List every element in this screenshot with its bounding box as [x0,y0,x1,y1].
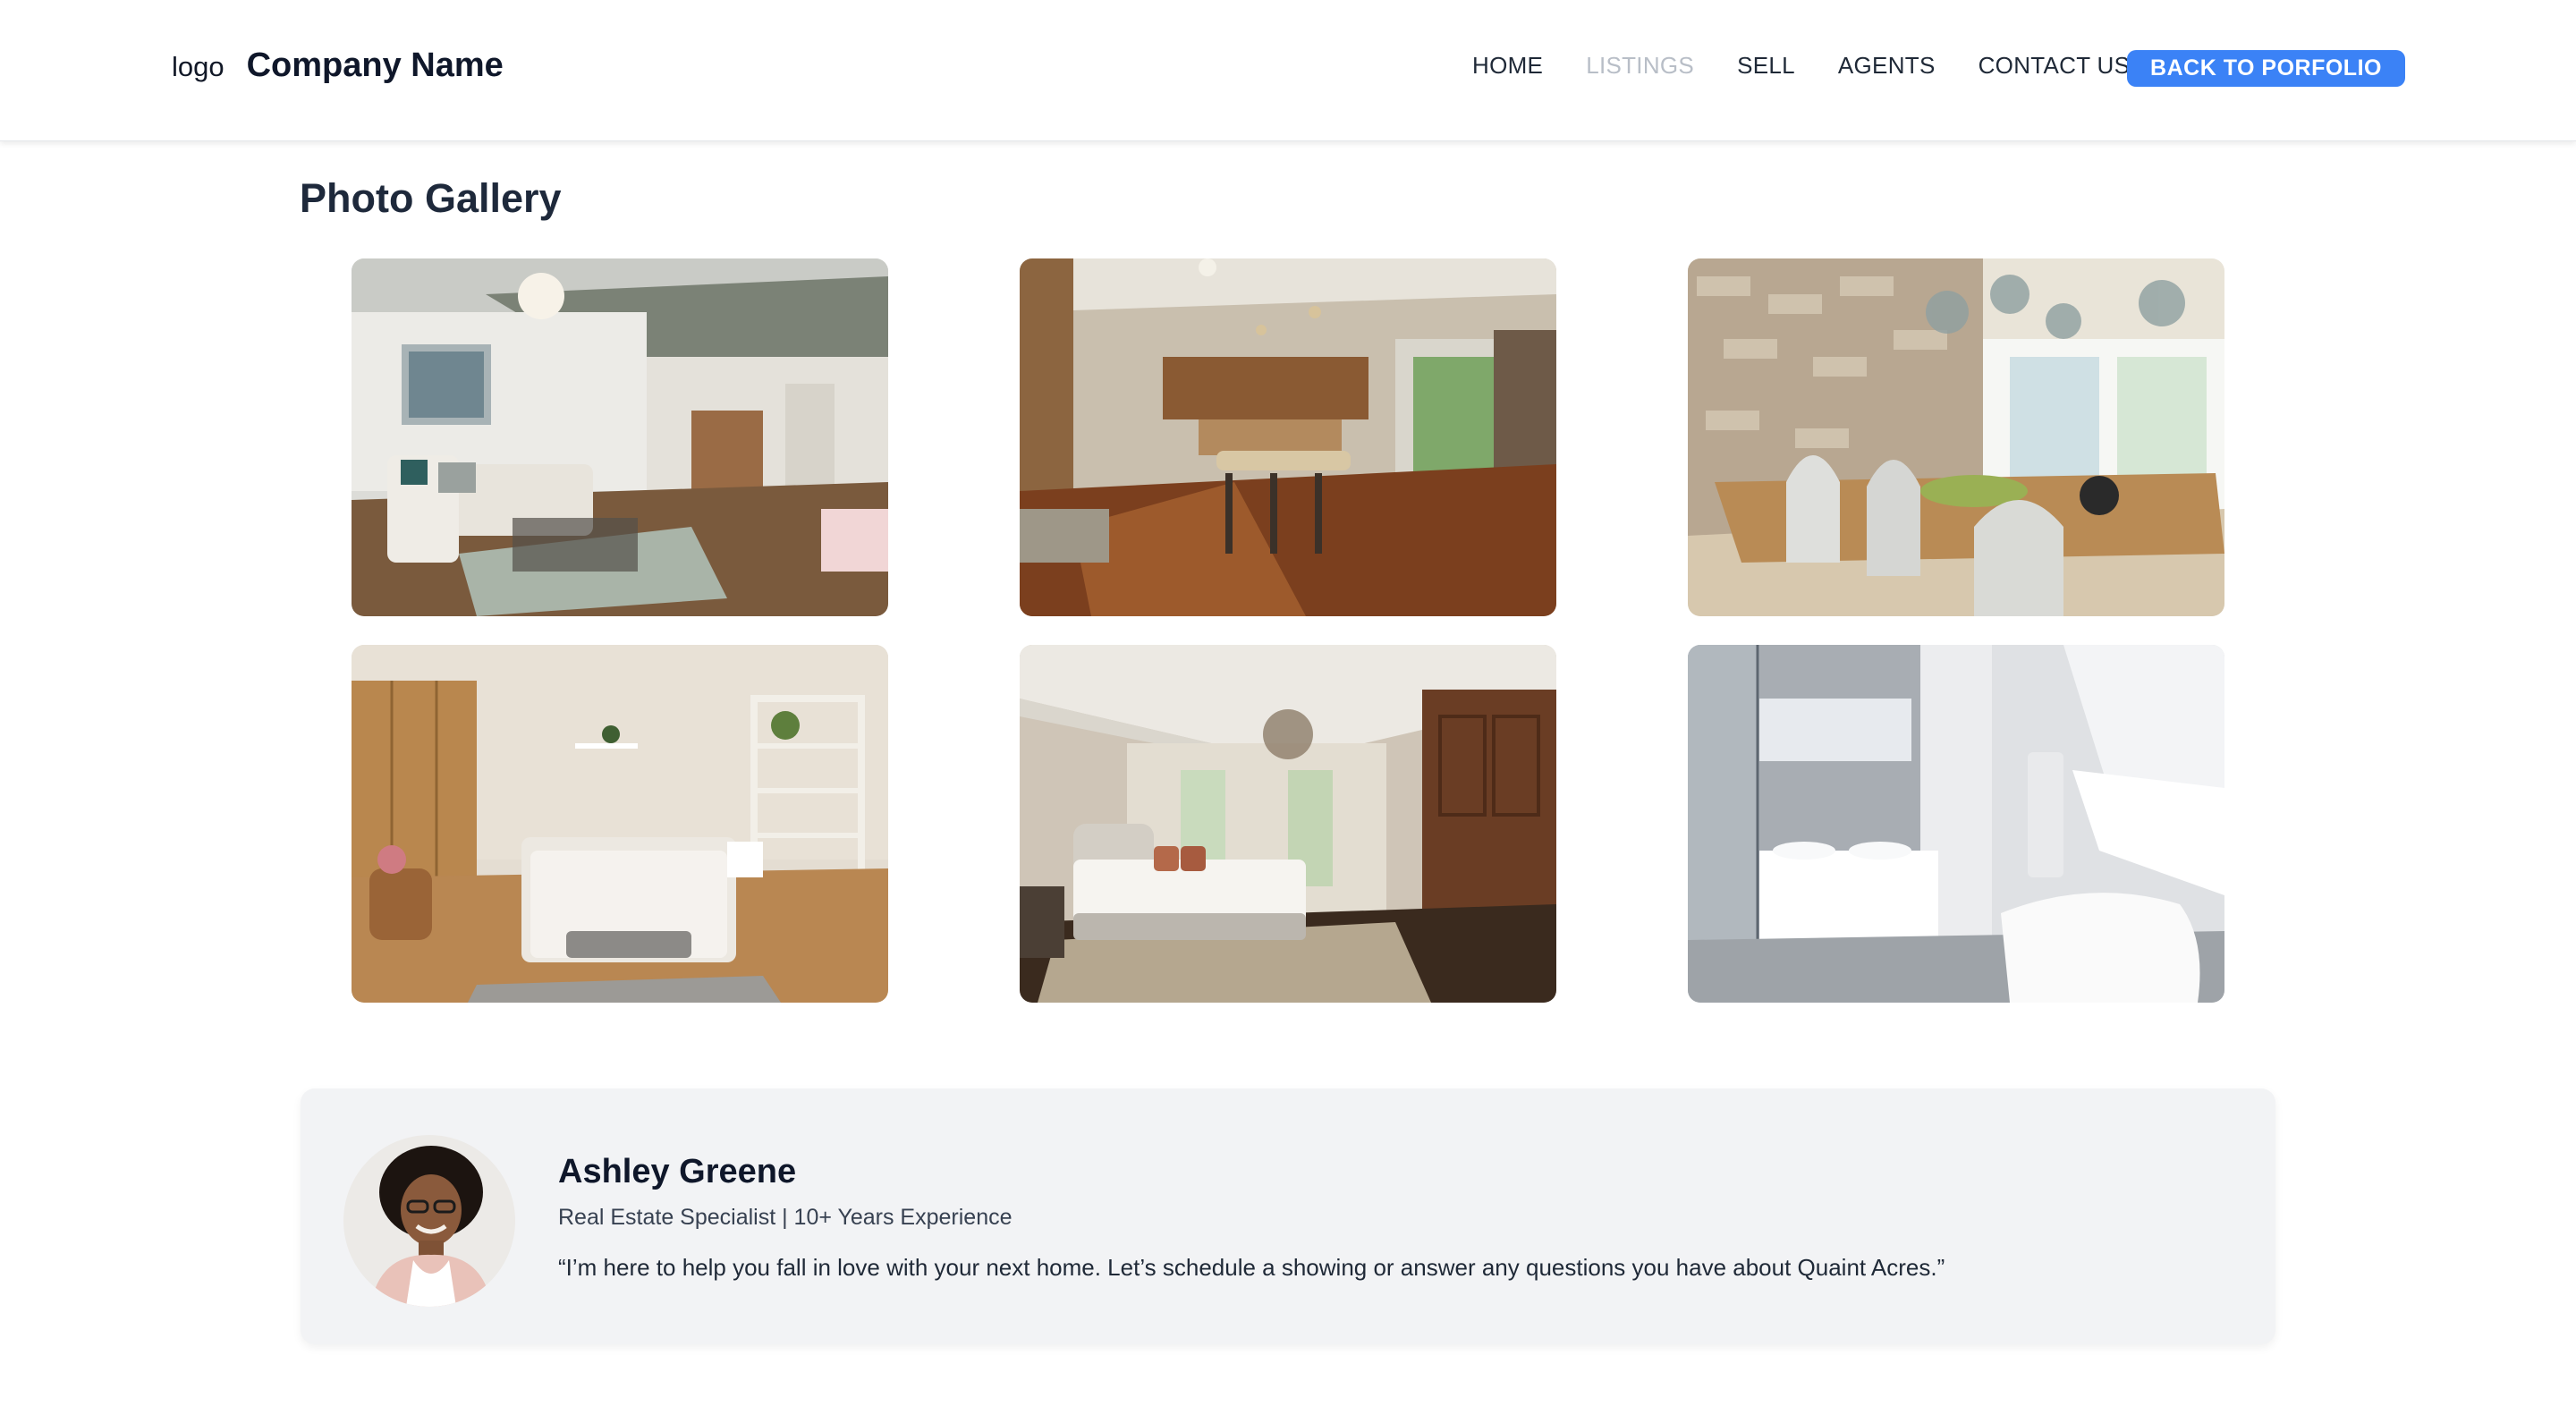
nav-contact-us[interactable]: CONTACT US [1979,52,2131,80]
nav-home[interactable]: HOME [1472,52,1543,80]
logo[interactable]: logo [172,51,225,83]
nav-sell[interactable]: SELL [1737,52,1795,80]
nav-agents[interactable]: AGENTS [1838,52,1936,80]
bathroom-photo[interactable] [1688,645,2224,1003]
brand[interactable]: logo Company Name [172,47,504,85]
agent-card: Ashley Greene Real Estate Specialist | 1… [301,1088,2275,1344]
back-to-portfolio-button[interactable]: BACK TO PORFOLIO [2127,50,2405,87]
agent-title: Real Estate Specialist | 10+ Years Exper… [558,1205,1013,1230]
main-nav: HOME LISTINGS SELL AGENTS CONTACT US [1472,52,2173,80]
bedroom-photo[interactable] [352,645,888,1003]
company-name[interactable]: Company Name [247,47,504,85]
agent-avatar [343,1135,515,1307]
dining-room-photo[interactable] [1688,258,2224,616]
master-bedroom-photo[interactable] [1020,645,1556,1003]
page-title: Photo Gallery [300,175,562,221]
living-room-photo[interactable] [352,258,888,616]
nav-listings[interactable]: LISTINGS [1586,52,1694,80]
kitchen-photo[interactable] [1020,258,1556,616]
site-header: logo Company Name HOME LISTINGS SELL AGE… [0,0,2576,141]
agent-quote: “I’m here to help you fall in love with … [558,1254,1945,1281]
agent-name: Ashley Greene [558,1153,797,1190]
